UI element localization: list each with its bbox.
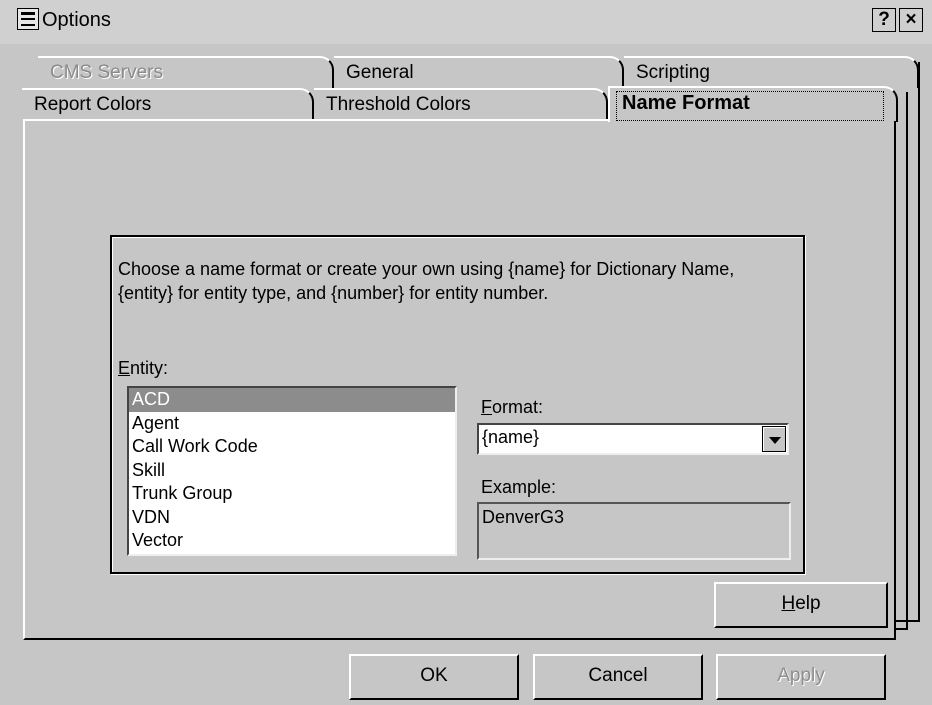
tab-report-colors[interactable]: Report Colors	[22, 88, 314, 120]
list-item-acd[interactable]: ACD	[129, 388, 455, 412]
tab-general[interactable]: General	[334, 56, 624, 88]
entity-label-text: ntity:	[130, 358, 169, 378]
ok-button[interactable]: OK	[349, 654, 519, 700]
tab-scripting[interactable]: Scripting	[624, 56, 919, 88]
panel-top-edge	[23, 119, 609, 121]
close-icon: ×	[905, 9, 917, 30]
panel-stack-edge-outer	[918, 62, 920, 622]
apply-button: Apply	[716, 654, 886, 700]
tab-threshold-colors[interactable]: Threshold Colors	[314, 88, 608, 120]
format-label-mnemonic: F	[481, 397, 492, 417]
cancel-button[interactable]: Cancel	[533, 654, 703, 700]
format-combobox[interactable]: {name}	[477, 423, 789, 455]
format-label: Format:	[481, 397, 543, 418]
description-line-1: Choose a name format or create your own …	[118, 259, 735, 279]
entity-label: Entity:	[118, 358, 168, 379]
panel-stack-edge-inner	[906, 92, 908, 630]
list-item-vector[interactable]: Vector	[129, 529, 455, 553]
help-mnemonic: H	[781, 593, 796, 614]
entity-listbox[interactable]: ACD Agent Call Work Code Skill Trunk Gro…	[127, 386, 457, 556]
chevron-down-icon[interactable]	[762, 426, 786, 452]
panel-stack-bottom-inner	[896, 628, 908, 630]
list-item-call-work-code[interactable]: Call Work Code	[129, 435, 455, 459]
format-label-text: ormat:	[492, 397, 544, 417]
example-label: Example:	[481, 477, 557, 497]
window-title: Options	[42, 9, 111, 31]
example-value: DenverG3	[482, 507, 565, 527]
help-button[interactable]: Help	[714, 582, 888, 628]
list-item-vdn[interactable]: VDN	[129, 506, 455, 530]
list-item-trunk-group[interactable]: Trunk Group	[129, 482, 455, 506]
close-button[interactable]: ×	[899, 8, 923, 32]
tab-name-format[interactable]: Name Format	[608, 86, 898, 122]
help-label: elp	[795, 593, 821, 614]
tab-focus-rect	[616, 91, 884, 121]
tab-cms-servers: CMS Servers	[38, 56, 334, 88]
list-item-skill[interactable]: Skill	[129, 459, 455, 483]
description-line-2: {entity} for entity type, and {number} f…	[118, 283, 549, 303]
description: Choose a name format or create your own …	[118, 257, 808, 305]
entity-label-mnemonic: E	[118, 358, 131, 378]
title-bar: Options ? ×	[0, 0, 932, 44]
format-value: {name}	[482, 427, 540, 447]
window-icon[interactable]	[17, 8, 39, 30]
panel-stack-bottom-outer	[896, 620, 920, 622]
example-field: DenverG3	[477, 502, 791, 560]
list-item-agent[interactable]: Agent	[129, 412, 455, 436]
context-help-button[interactable]: ?	[872, 8, 896, 32]
options-dialog: Options ? × CMS Servers General Scriptin…	[0, 0, 932, 705]
